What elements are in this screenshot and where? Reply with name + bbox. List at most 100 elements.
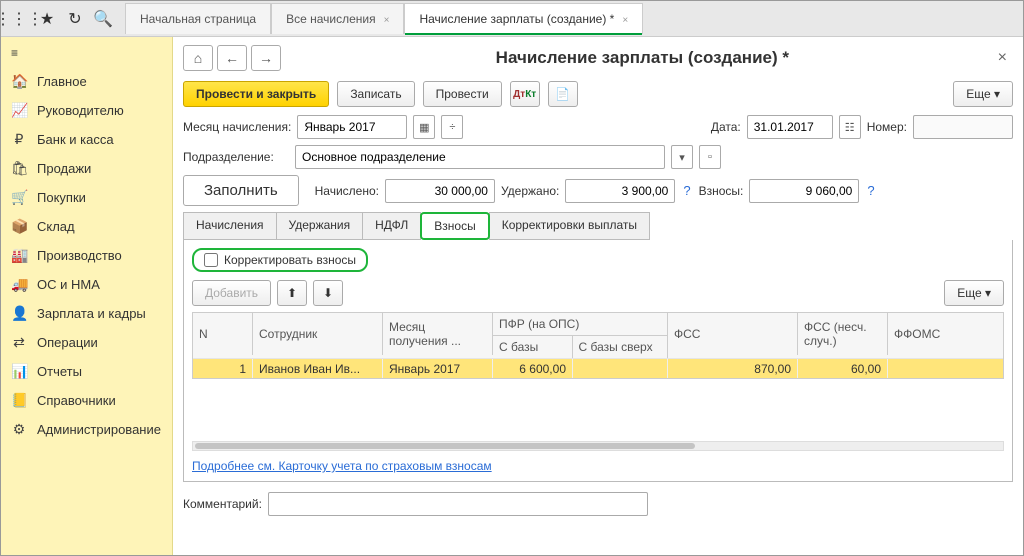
correct-label: Корректировать взносы — [224, 253, 356, 267]
more-button[interactable]: Еще ▾ — [953, 81, 1013, 107]
itab-ndfl[interactable]: НДФЛ — [362, 212, 421, 240]
correct-checkbox-row[interactable]: Корректировать взносы — [192, 248, 368, 272]
sidebar-item-reports[interactable]: 📊 Отчеты — [1, 357, 172, 386]
home-button[interactable]: ⌂ — [183, 45, 213, 71]
cell-pfr2 — [573, 359, 668, 378]
move-up-button[interactable]: ⬆ — [277, 280, 307, 306]
col-emp[interactable]: Сотрудник — [253, 313, 383, 355]
scrollbar-thumb[interactable] — [195, 443, 695, 449]
col-pfr-base[interactable]: С базы — [493, 335, 573, 358]
sidebar-toggle[interactable]: ≡ — [1, 39, 172, 67]
sidebar-item-admin[interactable]: ⚙ Администрирование — [1, 415, 172, 444]
sidebar-item-operations[interactable]: ⇄Операции — [1, 328, 172, 357]
tab-payroll-create[interactable]: Начисление зарплаты (создание) * × — [404, 3, 643, 34]
sidebar-item-assets[interactable]: 🚚ОС и НМА — [1, 270, 172, 299]
number-input[interactable] — [913, 115, 1013, 139]
correct-checkbox[interactable] — [204, 253, 218, 267]
dtkt-button[interactable]: ДтКт — [510, 81, 540, 107]
print-button[interactable]: 📄 — [548, 81, 578, 107]
itab-deductions[interactable]: Удержания — [276, 212, 364, 240]
col-fss[interactable]: ФСС — [668, 313, 798, 355]
col-month[interactable]: Месяц получения ... — [383, 313, 493, 355]
col-ffoms[interactable]: ФФОМС — [888, 313, 948, 355]
col-pfr-over[interactable]: С базы сверх — [573, 335, 667, 358]
truck-icon: 🚚 — [11, 276, 27, 293]
add-row-button[interactable]: Добавить — [192, 280, 271, 306]
close-icon[interactable]: × — [384, 15, 390, 26]
main-area: ⌂ ← → Начисление зарплаты (создание) * ×… — [173, 37, 1023, 555]
sidebar-item-payroll[interactable]: 👤 Зарплата и кадры — [1, 299, 172, 328]
forward-button[interactable]: → — [251, 45, 281, 71]
sidebar-item-manager[interactable]: 📈Руководителю — [1, 96, 172, 125]
tab-label: Начисление зарплаты (создание) * — [419, 12, 614, 26]
close-button[interactable]: × — [992, 49, 1013, 67]
help-icon[interactable]: ? — [681, 183, 692, 198]
gear-icon: ⚙ — [11, 421, 27, 438]
cart-icon: 🛒 — [11, 189, 27, 206]
itab-corrections[interactable]: Корректировки выплаты — [489, 212, 650, 240]
dept-input[interactable] — [295, 145, 665, 169]
history-icon[interactable]: ↻ — [61, 5, 89, 33]
write-button[interactable]: Записать — [337, 81, 414, 107]
grid-more-button[interactable]: Еще ▾ — [944, 280, 1004, 306]
top-tabs: Начальная страница Все начисления× Начис… — [125, 3, 643, 34]
dept-open-icon[interactable]: ▫ — [699, 145, 721, 169]
month-picker-icon[interactable]: ▦ — [413, 115, 435, 139]
contrib-label: Взносы: — [699, 184, 744, 198]
post-button[interactable]: Провести — [423, 81, 502, 107]
sidebar-label: Продажи — [37, 161, 91, 176]
fill-button[interactable]: Заполнить — [183, 175, 299, 206]
factory-icon: 🏭 — [11, 247, 27, 264]
cell-pfr1: 6 600,00 — [493, 359, 573, 378]
sidebar-label: Зарплата и кадры — [37, 306, 146, 321]
tab-all-accruals[interactable]: Все начисления× — [271, 3, 404, 34]
sidebar-item-sales[interactable]: 🛍Продажи — [1, 154, 172, 183]
sidebar-label: Производство — [37, 248, 122, 263]
contrib-input[interactable] — [749, 179, 859, 203]
col-pfr-label: ПФР (на ОПС) — [493, 313, 667, 335]
details-link[interactable]: Подробнее см. Карточку учета по страховы… — [192, 459, 492, 473]
sidebar-item-production[interactable]: 🏭 Производство — [1, 241, 172, 270]
dept-dropdown-icon[interactable]: ▾ — [671, 145, 693, 169]
sidebar-label: Администрирование — [37, 422, 161, 437]
help-icon[interactable]: ? — [865, 183, 876, 198]
month-spin-icon[interactable]: ÷ — [441, 115, 463, 139]
sidebar-item-catalogs[interactable]: 📒Справочники — [1, 386, 172, 415]
page-title: Начисление зарплаты (создание) * — [293, 48, 992, 68]
itab-contributions[interactable]: Взносы — [420, 212, 489, 240]
report-icon: 📊 — [11, 363, 27, 380]
itab-accruals[interactable]: Начисления — [183, 212, 277, 240]
comment-input[interactable] — [268, 492, 648, 516]
cell-n: 1 — [193, 359, 253, 378]
back-button[interactable]: ← — [217, 45, 247, 71]
deducted-input[interactable] — [565, 179, 675, 203]
col-n[interactable]: N — [193, 313, 253, 355]
date-label: Дата: — [711, 120, 741, 134]
number-label: Номер: — [867, 120, 907, 134]
sidebar-item-purchases[interactable]: 🛒Покупки — [1, 183, 172, 212]
tab-start-page[interactable]: Начальная страница — [125, 3, 271, 34]
tab-pane: Корректировать взносы Добавить ⬆ ⬇ Еще ▾… — [183, 240, 1013, 482]
person-icon: 👤 — [11, 305, 27, 322]
cell-fss2: 60,00 — [798, 359, 888, 378]
sidebar-item-bank[interactable]: ₽Банк и касса — [1, 125, 172, 154]
post-close-button[interactable]: Провести и закрыть — [183, 81, 329, 107]
star-icon[interactable]: ★ — [33, 5, 61, 33]
apps-icon[interactable]: ⋮⋮⋮ — [5, 5, 33, 33]
sidebar-item-main[interactable]: 🏠Главное — [1, 67, 172, 96]
col-pfr[interactable]: ПФР (на ОПС) С базы С базы сверх — [493, 313, 668, 358]
contrib-grid[interactable]: N Сотрудник Месяц получения ... ПФР (на … — [192, 312, 1004, 379]
date-picker-icon[interactable]: ☷ — [839, 115, 861, 139]
month-input[interactable] — [297, 115, 407, 139]
col-fss-acc[interactable]: ФСС (несч. случ.) — [798, 313, 888, 355]
sidebar-item-warehouse[interactable]: 📦Склад — [1, 212, 172, 241]
search-icon[interactable]: 🔍 — [89, 5, 117, 33]
sidebar: ≡ 🏠Главное 📈Руководителю ₽Банк и касса 🛍… — [1, 37, 173, 555]
table-row[interactable]: 1 Иванов Иван Ив... Январь 2017 6 600,00… — [193, 358, 1003, 378]
accrued-input[interactable] — [385, 179, 495, 203]
date-input[interactable] — [747, 115, 833, 139]
h-scrollbar[interactable] — [192, 441, 1004, 451]
sidebar-label: Отчеты — [37, 364, 82, 379]
move-down-button[interactable]: ⬇ — [313, 280, 343, 306]
close-icon[interactable]: × — [622, 15, 628, 26]
